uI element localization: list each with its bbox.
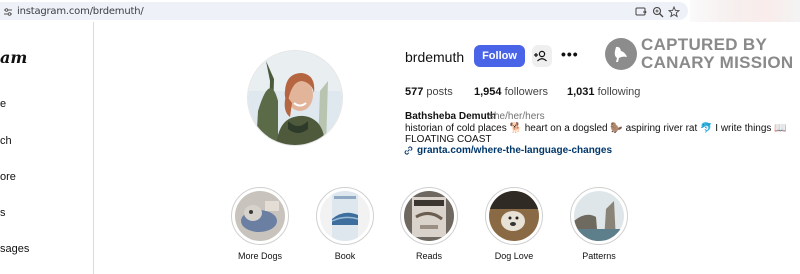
following-stat[interactable]: 1,031 following [567, 86, 640, 98]
profile-photo [248, 51, 342, 145]
browser-extensions-area [690, 0, 800, 22]
highlight-patterns[interactable]: Patterns [569, 187, 629, 261]
watermark-line-1: CAPTURED BY [641, 35, 768, 54]
url-field[interactable]: instagram.com/brdemuth/ [0, 2, 688, 20]
follow-button[interactable]: Follow [474, 45, 525, 67]
sidebar-item-messages[interactable]: sages [0, 243, 29, 255]
highlight-ring [400, 187, 458, 245]
followers-count: 1,954 [474, 86, 502, 98]
followers-stat[interactable]: 1,954 followers [474, 86, 548, 98]
highlight-cover [320, 191, 370, 241]
profile-full-name: Bathsheba Demuth [405, 111, 497, 122]
highlight-ring [316, 187, 374, 245]
sidebar-item-search[interactable]: ch [0, 135, 12, 147]
watermark-line-2: CANARY MISSION [641, 53, 794, 72]
browser-address-bar: instagram.com/brdemuth/ [0, 0, 800, 22]
highlight-label: Patterns [582, 251, 616, 261]
highlight-reads[interactable]: Reads [399, 187, 459, 261]
profile-external-link[interactable]: granta.com/where-the-language-changes [417, 145, 612, 156]
following-count: 1,031 [567, 86, 595, 98]
posts-count: 577 [405, 86, 424, 98]
followers-label: followers [504, 86, 548, 98]
highlight-label: Dog Love [494, 251, 534, 261]
sidebar: am e ch ore s sages [0, 22, 94, 274]
highlight-more-dogs[interactable]: More Dogs [230, 187, 290, 261]
instagram-logo[interactable]: am [0, 48, 27, 67]
highlight-book[interactable]: Book [315, 187, 375, 261]
posts-stat: 577 posts [405, 86, 453, 98]
highlight-label: More Dogs [237, 251, 282, 261]
highlight-ring [570, 187, 628, 245]
canary-mission-logo-icon [605, 38, 637, 70]
suggested-users-button[interactable] [532, 45, 552, 67]
highlight-cover [235, 191, 285, 241]
highlight-cover [404, 191, 454, 241]
url-text[interactable]: instagram.com/brdemuth/ [17, 6, 144, 17]
zoom-icon[interactable] [652, 6, 664, 18]
profile-username: brdemuth [405, 49, 465, 65]
link-icon [404, 146, 413, 155]
install-app-icon[interactable] [635, 6, 647, 18]
profile-pronouns: she/her/hers [489, 111, 545, 122]
sidebar-item-explore[interactable]: ore [0, 171, 16, 183]
bookmark-star-icon[interactable] [668, 6, 680, 18]
highlight-ring [485, 187, 543, 245]
profile-bio: historian of cold places 🐕 heart on a do… [405, 123, 787, 145]
watermark-text: CAPTURED BY CANARY MISSION [641, 36, 794, 72]
highlight-label: Reads [415, 251, 442, 261]
more-options-icon[interactable]: ••• [561, 47, 578, 62]
highlight-cover [574, 191, 624, 241]
highlight-label: Book [334, 251, 356, 261]
highlight-cover [489, 191, 539, 241]
sidebar-item-reels[interactable]: s [0, 207, 6, 219]
posts-label: posts [426, 86, 453, 98]
following-label: following [597, 86, 641, 98]
highlight-dog-love[interactable]: Dog Love [484, 187, 544, 261]
profile-avatar[interactable] [247, 50, 343, 146]
add-user-icon [534, 50, 547, 62]
highlight-ring [231, 187, 289, 245]
sidebar-item-home[interactable]: e [0, 98, 6, 110]
tune-icon[interactable] [4, 8, 12, 16]
